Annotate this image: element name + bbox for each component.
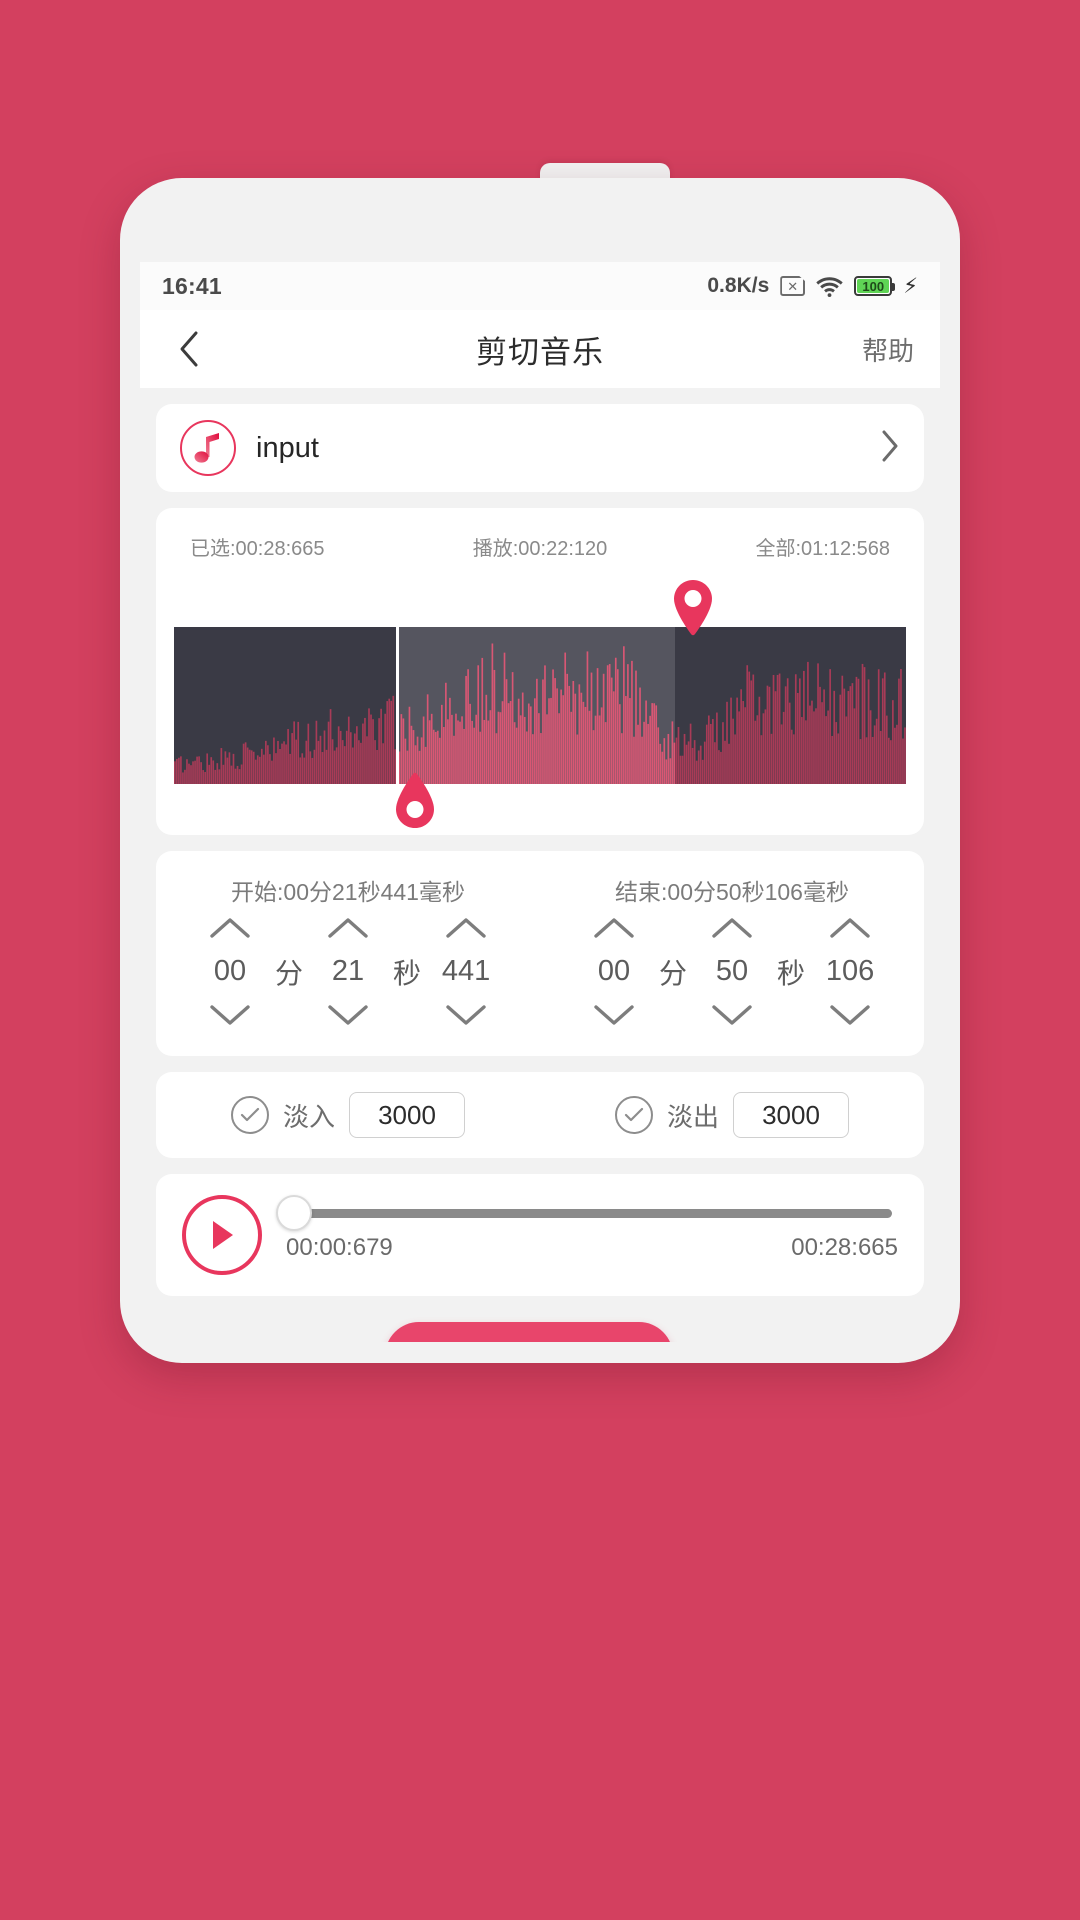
waveform-time-labels: 已选:00:28:665 播放:00:22:120 全部:01:12:568: [156, 524, 924, 561]
end-millis-stepper: 106: [811, 911, 889, 1032]
end-seconds-decrement-button[interactable]: [703, 998, 761, 1032]
playing-position-label: 播放:00:22:120: [472, 538, 608, 560]
end-seconds-increment-button[interactable]: [703, 911, 761, 945]
time-picker-card: 开始:00分21秒441毫秒 结束:00分50秒106毫秒 00 分 21 秒 …: [156, 851, 924, 1056]
wifi-icon: [816, 276, 843, 297]
start-seconds-value[interactable]: 21: [332, 955, 364, 988]
fade-out-input[interactable]: [733, 1092, 849, 1138]
fade-settings-card: 淡入 淡出: [156, 1072, 924, 1158]
start-millis-value[interactable]: 441: [442, 955, 490, 988]
waveform-card: 已选:00:28:665 播放:00:22:120 全部:01:12:568: [156, 508, 924, 835]
chevron-right-icon[interactable]: [880, 429, 900, 468]
sim-card-x-icon: ✕: [780, 276, 806, 296]
end-minutes-unit: 分: [658, 957, 687, 989]
fade-in-input[interactable]: [349, 1092, 465, 1138]
waveform-area[interactable]: [174, 579, 906, 828]
fade-in-label: 淡入: [282, 1101, 335, 1132]
fade-in-group: 淡入: [230, 1092, 465, 1138]
end-seconds-stepper: 50: [693, 911, 771, 1032]
start-minutes-increment-button[interactable]: [201, 911, 259, 945]
end-time-stepper-group: 00 分 50 秒 106: [575, 911, 889, 1032]
waveform-canvas[interactable]: [174, 627, 906, 784]
input-file-row[interactable]: input: [156, 404, 924, 492]
start-time-stepper-group: 00 分 21 秒 441: [191, 911, 505, 1032]
help-button[interactable]: 帮助: [862, 331, 914, 368]
status-bar-clock: 16:41: [162, 272, 222, 299]
end-minutes-decrement-button[interactable]: [585, 998, 643, 1032]
start-millis-stepper: 441: [427, 911, 505, 1032]
seek-slider-thumb[interactable]: [276, 1195, 312, 1231]
waveform-start-divider: [395, 627, 399, 784]
player-seek-area: 00:00:679 00:28:665: [276, 1195, 898, 1262]
fade-out-check-circle-icon[interactable]: [614, 1096, 653, 1134]
format-music-button[interactable]: 格式化音乐: [172, 1339, 287, 1342]
back-button[interactable]: [166, 326, 212, 372]
fade-out-group: 淡出: [614, 1092, 849, 1138]
seek-slider-track[interactable]: [276, 1195, 892, 1231]
player-end-time: 00:28:665: [791, 1233, 898, 1261]
end-minutes-increment-button[interactable]: [585, 911, 643, 945]
network-speed-label: 0.8K/s: [707, 274, 770, 297]
start-seconds-increment-button[interactable]: [319, 911, 377, 945]
steppers-row: 00 分 21 秒 441 00 分 50 秒 106: [156, 911, 924, 1032]
start-millis-decrement-button[interactable]: [437, 998, 495, 1032]
start-seconds-unit: 秒: [393, 957, 422, 989]
end-millis-decrement-button[interactable]: [821, 998, 879, 1032]
battery-icon: 100: [854, 276, 896, 296]
charging-bolt-icon: ⚡: [903, 274, 918, 298]
phone-screen: 16:41 0.8K/s ✕ 100 ⚡ 剪切音乐 帮助 input 已选:00…: [140, 262, 940, 1342]
back-chevron-icon: [180, 331, 198, 367]
total-duration-label: 全部:01:12:568: [755, 538, 890, 560]
start-minutes-value[interactable]: 00: [214, 955, 246, 988]
start-seconds-stepper: 21: [309, 911, 387, 1032]
player-current-time: 00:00:679: [286, 1233, 393, 1261]
time-picker-labels: 开始:00分21秒441毫秒 结束:00分50秒106毫秒: [156, 873, 924, 907]
start-minutes-decrement-button[interactable]: [201, 998, 259, 1032]
end-millis-increment-button[interactable]: [821, 911, 879, 945]
fade-out-label: 淡出: [666, 1101, 719, 1132]
bottom-action-bar: 格式化音乐 保存 剪去中间部分: [140, 1296, 940, 1342]
start-minutes-unit: 分: [274, 957, 303, 989]
start-millis-increment-button[interactable]: [437, 911, 495, 945]
fade-in-check-circle-icon[interactable]: [230, 1096, 269, 1134]
end-minutes-value[interactable]: 00: [598, 955, 630, 988]
play-button-icon[interactable]: [182, 1195, 262, 1275]
status-bar: 16:41 0.8K/s ✕ 100 ⚡: [140, 262, 940, 310]
end-minutes-stepper: 00: [575, 911, 653, 1032]
input-file-name: input: [256, 431, 319, 464]
selected-duration-label: 已选:00:28:665: [190, 538, 325, 560]
start-marker-pin-icon[interactable]: [393, 771, 437, 829]
end-seconds-unit: 秒: [777, 957, 806, 989]
battery-level-label: 100: [862, 278, 885, 294]
app-header: 剪切音乐 帮助: [140, 310, 940, 388]
player-time-labels: 00:00:679 00:28:665: [286, 1234, 898, 1262]
end-seconds-value[interactable]: 50: [716, 955, 748, 988]
end-marker-pin-icon[interactable]: [671, 579, 715, 637]
save-button[interactable]: 保存: [384, 1322, 673, 1342]
end-time-label: 结束:00分50秒106毫秒: [615, 879, 849, 905]
start-seconds-decrement-button[interactable]: [319, 998, 377, 1032]
music-note-icon: [180, 420, 236, 476]
start-time-label: 开始:00分21秒441毫秒: [231, 879, 465, 905]
start-minutes-stepper: 00: [191, 911, 269, 1032]
end-millis-value[interactable]: 106: [826, 955, 874, 988]
status-bar-icons: 0.8K/s ✕ 100 ⚡: [707, 274, 918, 298]
waveform-graph: [174, 643, 906, 784]
player-card: 00:00:679 00:28:665: [156, 1174, 924, 1296]
page-title: 剪切音乐: [476, 334, 604, 370]
cut-middle-button[interactable]: 剪去中间部分: [770, 1339, 908, 1342]
